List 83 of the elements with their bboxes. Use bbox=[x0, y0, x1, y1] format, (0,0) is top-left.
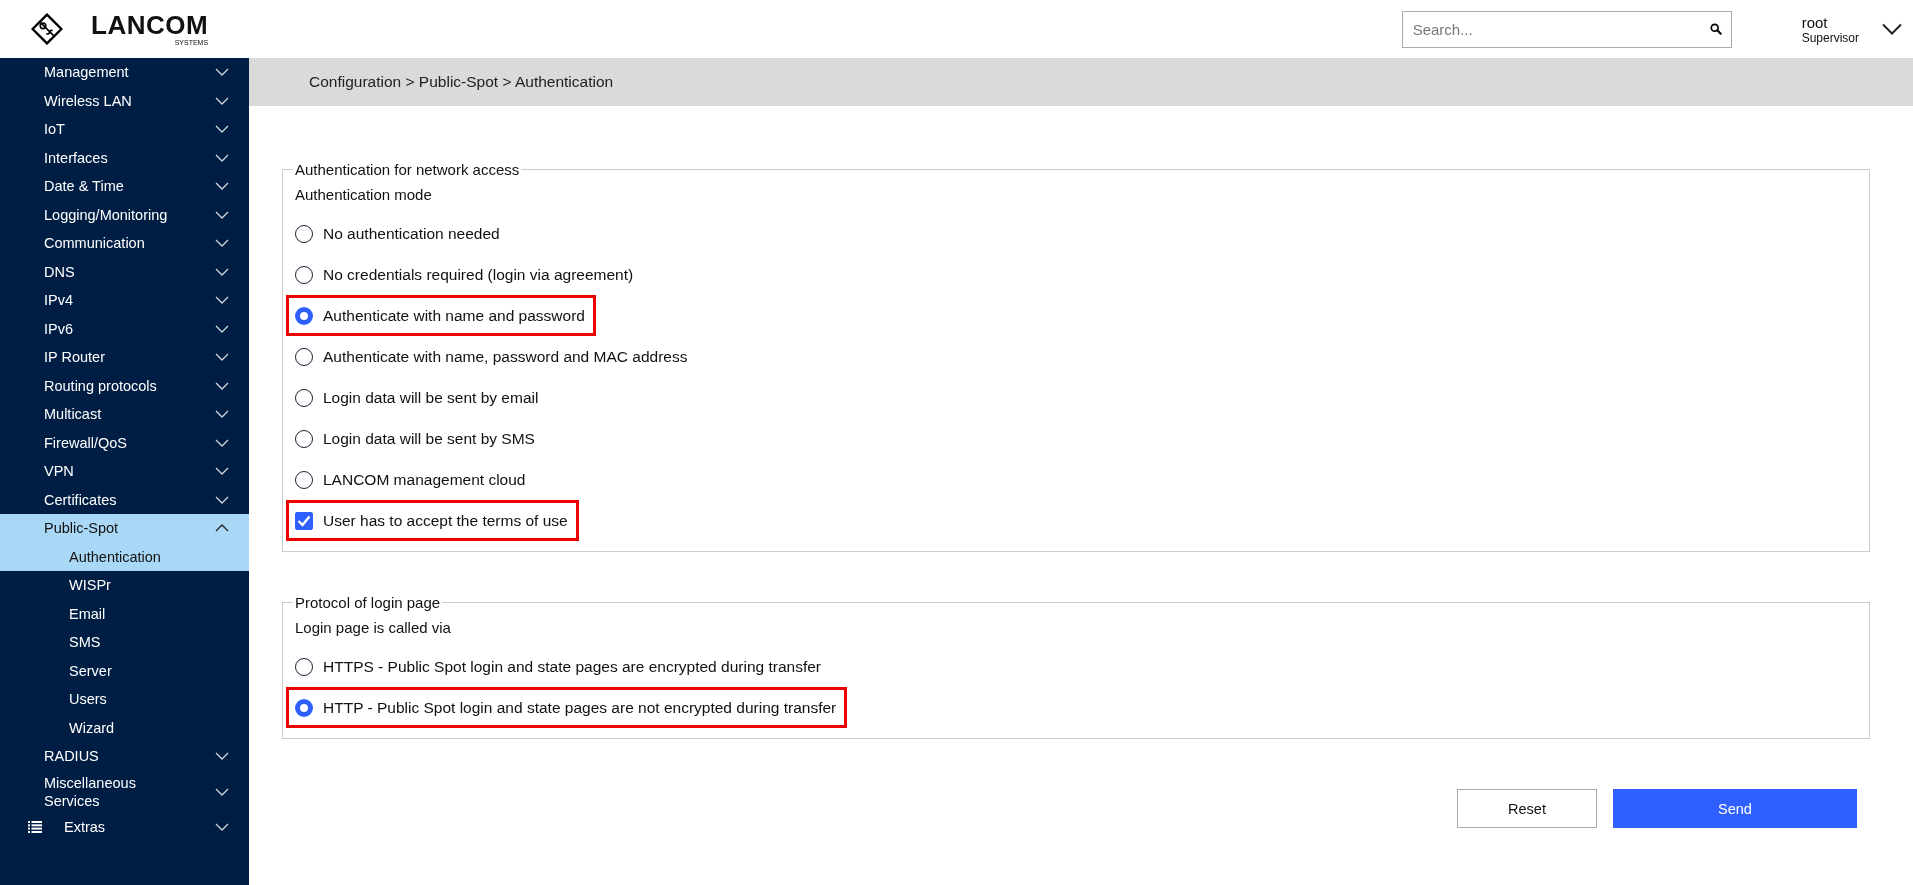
chevron-icon bbox=[215, 524, 229, 533]
sidebar-item[interactable]: IoT bbox=[0, 115, 249, 144]
radio-button[interactable] bbox=[295, 657, 313, 676]
option-label: Authenticate with name and password bbox=[323, 306, 585, 325]
sidebar-item[interactable]: Public-Spot bbox=[0, 514, 249, 543]
chevron-icon bbox=[215, 153, 229, 162]
sidebar-item[interactable]: Certificates bbox=[0, 485, 249, 514]
sidebar-subitem[interactable]: Users bbox=[0, 685, 249, 714]
radio-button[interactable] bbox=[295, 306, 313, 325]
option-label: Login data will be sent by email bbox=[323, 388, 539, 407]
option-label: Authenticate with name, password and MAC address bbox=[323, 347, 688, 366]
chevron-icon bbox=[215, 438, 229, 447]
radio-button[interactable] bbox=[295, 347, 313, 366]
chevron-icon bbox=[215, 210, 229, 219]
chevron-icon bbox=[215, 381, 229, 390]
radio-button[interactable] bbox=[295, 388, 313, 407]
list-icon bbox=[28, 821, 42, 833]
search-field[interactable]: Search... bbox=[1401, 10, 1732, 48]
chevron-icon bbox=[215, 787, 229, 796]
chevron-icon bbox=[215, 410, 229, 419]
sidebar-item[interactable]: DNS bbox=[0, 257, 249, 286]
sidebar-subitem[interactable]: Email bbox=[0, 599, 249, 628]
sidebar-item-label: Extras bbox=[64, 819, 106, 835]
chevron-icon bbox=[215, 752, 229, 761]
field-label: Authentication mode bbox=[295, 186, 433, 203]
option-label: HTTPS - Public Spot login and state pages are encrypted during transfer bbox=[323, 657, 821, 676]
user-role: Supervisor bbox=[1801, 30, 1859, 45]
chevron-icon bbox=[215, 467, 229, 476]
radio-button[interactable] bbox=[295, 429, 313, 448]
radio-button[interactable] bbox=[295, 470, 313, 489]
radio-button[interactable] bbox=[295, 265, 313, 284]
option-label: User has to accept the terms of use bbox=[323, 511, 568, 530]
sidebar-item[interactable]: IPv4 bbox=[0, 286, 249, 315]
sidebar-subitem[interactable]: WISPr bbox=[0, 571, 249, 600]
sidebar-item[interactable]: Management bbox=[0, 58, 249, 87]
chevron-icon bbox=[215, 324, 229, 333]
radio-button[interactable] bbox=[295, 224, 313, 243]
sidebar-item[interactable]: IPv6 bbox=[0, 314, 249, 343]
sidebar-item[interactable]: Routing protocols bbox=[0, 371, 249, 400]
sidebar-item[interactable]: IP Router bbox=[0, 343, 249, 372]
chevron-icon bbox=[215, 96, 229, 105]
section-title: Protocol of login page bbox=[294, 594, 442, 611]
reset-button[interactable]: Reset bbox=[1457, 789, 1597, 828]
sidebar-item[interactable]: Miscellaneous Services bbox=[0, 770, 249, 813]
chevron-icon bbox=[215, 353, 229, 362]
option-label: HTTP - Public Spot login and state pages are not encrypted during transfer bbox=[323, 698, 837, 717]
sidebar-item[interactable]: Interfaces bbox=[0, 143, 249, 172]
logo-wordmark: LANCOM bbox=[91, 12, 209, 38]
chevron-icon bbox=[215, 239, 229, 248]
option-label: No credentials required (login via agreement) bbox=[323, 265, 634, 284]
checkbox[interactable] bbox=[295, 511, 313, 530]
search-icon bbox=[1709, 22, 1722, 35]
option-label: LANCOM management cloud bbox=[323, 470, 526, 489]
sidebar-item[interactable]: Multicast bbox=[0, 400, 249, 429]
sidebar-item[interactable]: Date & Time bbox=[0, 172, 249, 201]
radio-button[interactable] bbox=[295, 698, 313, 717]
send-button[interactable]: Send bbox=[1613, 789, 1857, 828]
sidebar-item[interactable]: Logging/Monitoring bbox=[0, 200, 249, 229]
chevron-icon bbox=[215, 296, 229, 305]
breadcrumb: Configuration > Public-Spot > Authentication bbox=[249, 58, 1913, 106]
user-menu-chevron-icon bbox=[1881, 23, 1903, 35]
sidebar-subitem[interactable]: Wizard bbox=[0, 713, 249, 742]
chevron-icon bbox=[215, 267, 229, 276]
sidebar-item[interactable]: RADIUS bbox=[0, 742, 249, 771]
chevron-icon bbox=[215, 68, 229, 77]
sidebar-item[interactable]: Firewall/QoS bbox=[0, 428, 249, 457]
chevron-icon bbox=[215, 182, 229, 191]
chevron-icon bbox=[215, 495, 229, 504]
option-label: Login data will be sent by SMS bbox=[323, 429, 535, 448]
diamond-logo-icon bbox=[31, 13, 63, 45]
chevron-icon bbox=[215, 823, 229, 831]
chevron-icon bbox=[215, 125, 229, 134]
sidebar-subitem[interactable]: SMS bbox=[0, 628, 249, 657]
sidebar-item[interactable]: Extras bbox=[0, 812, 249, 842]
sidebar-subitem[interactable]: Server bbox=[0, 656, 249, 685]
field-label: Login page is called via bbox=[295, 619, 452, 636]
sidebar-item[interactable]: VPN bbox=[0, 457, 249, 486]
user-name: root bbox=[1801, 13, 1829, 31]
sidebar-item[interactable]: Communication bbox=[0, 229, 249, 258]
sidebar-subitem[interactable]: Authentication bbox=[0, 542, 249, 571]
section-title: Authentication for network access bbox=[294, 161, 521, 178]
option-label: No authentication needed bbox=[323, 224, 500, 243]
sidebar-item[interactable]: Wireless LAN bbox=[0, 86, 249, 115]
